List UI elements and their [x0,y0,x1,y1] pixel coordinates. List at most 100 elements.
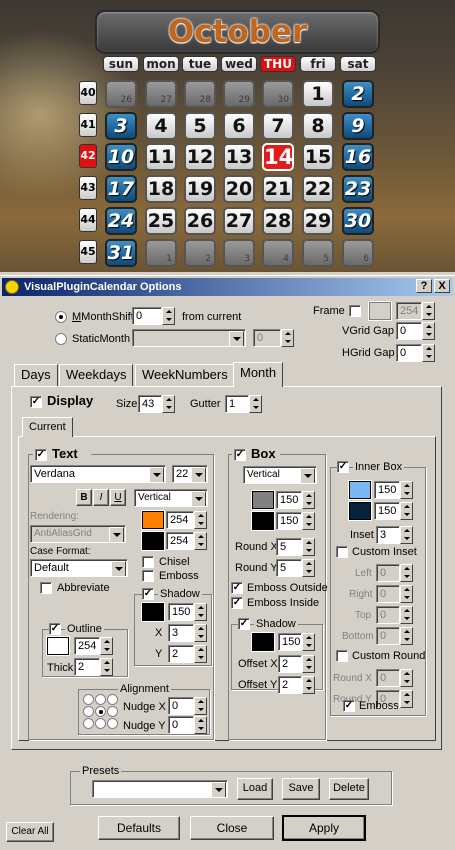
day-cell[interactable]: 21 [262,175,294,203]
day-cell[interactable]: 16 [342,143,374,171]
italic-button[interactable]: I [93,489,109,506]
day-cell-today[interactable]: 14 [262,143,294,171]
custom-inset-checkbox[interactable] [336,546,348,558]
alignment-radio[interactable] [107,706,118,717]
inset-input[interactable]: 3 [376,526,400,544]
monthshift-radio[interactable] [55,311,67,323]
gutter-input[interactable]: 1 [225,395,249,413]
inset-bottom-spinner[interactable] [400,627,413,645]
inner-box-checkbox[interactable]: ✓ [337,461,349,473]
alignment-radio[interactable] [107,694,118,705]
text-shadow-y-input[interactable]: 2 [168,645,194,663]
day-cell[interactable]: 15 [302,143,334,171]
day-cell[interactable]: 22 [302,175,334,203]
day-cell[interactable]: 30 [262,80,294,108]
text-color-1-input[interactable]: 254 [166,511,194,529]
day-cell[interactable]: 24 [105,207,137,235]
alignment-radio[interactable] [83,706,94,717]
outline-swatch[interactable] [47,637,69,655]
inset-left-spinner[interactable] [400,564,413,582]
day-cell[interactable]: 17 [105,175,137,203]
inner-emboss-checkbox[interactable]: ✓ [343,700,355,712]
frame-color-swatch[interactable] [369,302,391,320]
thick-input[interactable]: 2 [74,658,100,676]
day-cell[interactable]: 25 [145,207,177,235]
box-round-y-input[interactable]: 5 [276,559,302,577]
vgrid-gap-input[interactable]: 0 [396,322,422,340]
day-cell[interactable]: 1 [302,80,334,108]
inset-top-spinner[interactable] [400,606,413,624]
day-cell[interactable]: 5 [302,239,334,267]
hgrid-gap-input[interactable]: 0 [396,344,422,362]
load-button[interactable]: Load [237,778,273,800]
box-color-1-input[interactable]: 150 [276,491,302,509]
inner-color-2-input[interactable]: 150 [374,502,400,520]
day-cell[interactable]: 29 [223,80,255,108]
rendering-select[interactable]: AntiAliasGrid [30,525,126,543]
day-cell[interactable]: 6 [223,112,255,140]
alignment-radio[interactable] [107,718,118,729]
day-cell[interactable]: 28 [184,80,216,108]
frame-checkbox[interactable] [349,305,361,317]
emboss-inside-checkbox[interactable]: ✓ [231,597,243,609]
inner-color-swatch-2[interactable] [349,502,371,520]
inner-round-y-spinner[interactable] [400,690,413,708]
delete-button[interactable]: Delete [329,778,369,800]
outline-input[interactable]: 254 [74,637,100,655]
inner-round-x-input[interactable]: 0 [376,669,400,687]
underline-button[interactable]: U [110,489,126,506]
tab-days[interactable]: Days [14,364,58,386]
day-cell[interactable]: 3 [105,112,137,140]
inset-right-input[interactable]: 0 [376,585,400,603]
gutter-spinner[interactable] [249,395,262,413]
custom-round-checkbox[interactable] [336,650,348,662]
text-shadow-swatch[interactable] [142,603,164,621]
day-cell[interactable]: 27 [223,207,255,235]
vgrid-gap-spinner[interactable] [422,322,435,340]
chisel-checkbox[interactable] [142,556,154,568]
day-cell[interactable]: 29 [302,207,334,235]
offset-x-input[interactable]: 2 [278,655,302,673]
day-cell[interactable]: 4 [262,239,294,267]
tab-month[interactable]: Month [233,362,284,387]
day-cell[interactable]: 2 [342,80,374,108]
day-cell[interactable]: 7 [262,112,294,140]
text-color-2-input[interactable]: 254 [166,532,194,550]
nudge-x-spinner[interactable] [194,697,207,715]
box-shadow-checkbox[interactable]: ✓ [238,618,250,630]
text-emboss-checkbox[interactable] [142,570,154,582]
close-icon[interactable]: X [434,279,450,293]
apply-button[interactable]: Apply [282,815,366,841]
text-color-2-spinner[interactable] [194,532,207,550]
alignment-radio[interactable] [83,718,94,729]
day-cell[interactable]: 18 [145,175,177,203]
day-cell[interactable]: 28 [262,207,294,235]
inset-left-input[interactable]: 0 [376,564,400,582]
emboss-outside-checkbox[interactable]: ✓ [231,582,243,594]
day-cell[interactable]: 13 [223,143,255,171]
day-cell[interactable]: 9 [342,112,374,140]
box-checkbox[interactable]: ✓ [234,449,246,461]
box-color-2-spinner[interactable] [302,512,315,530]
defaults-button[interactable]: Defaults [98,816,180,840]
box-orientation-select[interactable]: Vertical [243,466,317,484]
box-color-swatch-1[interactable] [252,491,274,509]
day-cell[interactable]: 19 [184,175,216,203]
box-round-y-spinner[interactable] [302,559,315,577]
monthshift-spinner[interactable] [162,307,175,325]
tab-weeknumbers[interactable]: WeekNumbers [135,364,235,386]
day-cell[interactable]: 30 [342,207,374,235]
alignment-radio[interactable] [83,694,94,705]
box-color-swatch-2[interactable] [252,512,274,530]
box-shadow-input[interactable]: 150 [278,633,302,651]
box-color-1-spinner[interactable] [302,491,315,509]
close-button[interactable]: Close [190,816,274,840]
inner-round-x-spinner[interactable] [400,669,413,687]
font-size-select[interactable]: 22 [172,465,208,483]
inner-color-2-spinner[interactable] [400,502,413,520]
offset-y-spinner[interactable] [302,676,315,694]
staticmonth-spinner[interactable] [281,329,294,347]
box-shadow-swatch[interactable] [252,633,274,651]
day-cell[interactable]: 6 [342,239,374,267]
offset-x-spinner[interactable] [302,655,315,673]
